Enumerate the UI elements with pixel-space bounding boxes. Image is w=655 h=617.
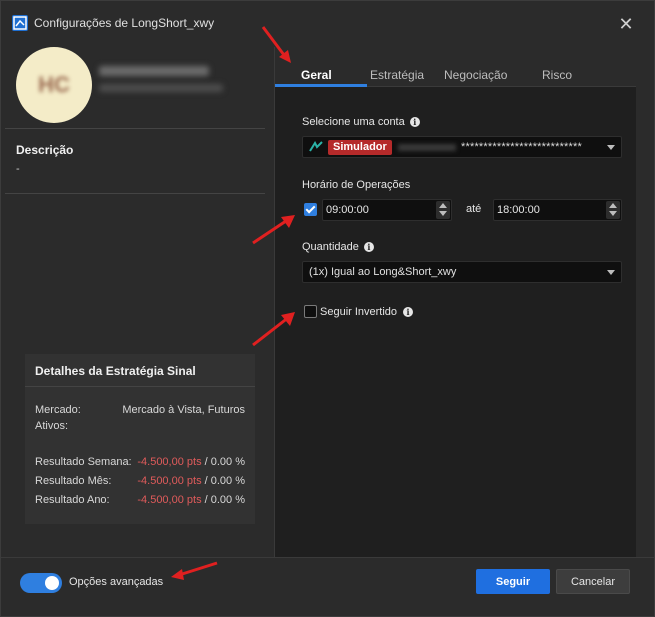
tab-bar: Geral Estratégia Negociação Risco [275, 47, 636, 87]
time-separator: até [466, 203, 482, 215]
avatar: HC [16, 47, 92, 123]
result-year-label: Resultado Ano: [35, 494, 110, 506]
result-week-value: -4.500,00 pts / 0.00 % [137, 456, 245, 468]
dialog-footer: Opções avançadas Seguir Cancelar [1, 558, 654, 616]
follow-button[interactable]: Seguir [476, 569, 550, 594]
start-time-input[interactable]: 09:00:00 [322, 199, 452, 221]
quantity-select[interactable]: (1x) Igual ao Long&Short_xwy [302, 261, 622, 283]
account-field-label: Selecione uma conta i [302, 116, 420, 128]
strategy-details-card: Detalhes da Estratégia Sinal Mercado: Me… [25, 354, 255, 524]
hours-field-label: Horário de Operações [302, 179, 411, 191]
avatar-initials: HC [38, 72, 70, 97]
quantity-value: (1x) Igual ao Long&Short_xwy [309, 266, 457, 278]
title-bar: Configurações de LongShort_xwy ✕ [1, 1, 654, 47]
result-week-label: Resultado Semana: [35, 456, 132, 468]
info-icon[interactable]: i [403, 307, 414, 317]
settings-dialog: Configurações de LongShort_xwy ✕ HC Desc… [0, 0, 655, 617]
advanced-options-label: Opções avançadas [69, 576, 164, 588]
tab-estrategia[interactable]: Estratégia [370, 68, 424, 82]
end-time-input[interactable]: 18:00:00 [493, 199, 622, 221]
strategy-details-title: Detalhes da Estratégia Sinal [35, 364, 196, 378]
divider [5, 128, 265, 129]
simulator-badge: Simulador [328, 140, 392, 155]
advanced-options-toggle[interactable] [20, 573, 62, 593]
cancel-button[interactable]: Cancelar [556, 569, 630, 594]
market-value: Mercado à Vista, Futuros [122, 404, 245, 416]
hours-enabled-checkbox[interactable] [304, 203, 317, 216]
market-label: Mercado: [35, 404, 81, 416]
info-icon[interactable]: i [363, 242, 374, 252]
user-subtitle-redacted [99, 84, 223, 92]
info-icon[interactable]: i [409, 117, 420, 127]
close-icon[interactable]: ✕ [615, 13, 637, 35]
divider [5, 193, 265, 194]
app-logo-icon [12, 15, 28, 31]
follow-inverted-label: Seguir Invertido i [320, 306, 414, 318]
account-select[interactable]: Simulador *************************** [302, 136, 622, 158]
annotation-arrow-icon [252, 312, 295, 347]
result-month-value: -4.500,00 pts / 0.00 % [137, 475, 245, 487]
annotation-arrow-icon [252, 215, 295, 245]
description-value: - [16, 163, 20, 175]
active-tab-indicator [275, 84, 367, 87]
result-month-label: Resultado Mês: [35, 475, 112, 487]
divider [25, 386, 255, 387]
tab-risco[interactable]: Risco [542, 68, 572, 82]
tab-negociacao[interactable]: Negociação [444, 68, 507, 82]
account-id-redacted [398, 144, 456, 151]
follow-inverted-checkbox[interactable] [304, 305, 317, 318]
quantity-field-label: Quantidade i [302, 241, 374, 253]
assets-label: Ativos: [35, 420, 69, 432]
window-title: Configurações de LongShort_xwy [34, 16, 215, 30]
user-name-redacted [99, 66, 209, 76]
broker-logo-icon [309, 141, 323, 152]
result-year-value: -4.500,00 pts / 0.00 % [137, 494, 245, 506]
profile-panel: HC Descrição - Detalhes da Estratégia Si… [5, 47, 273, 557]
tab-geral[interactable]: Geral [301, 68, 332, 82]
end-time-spinner[interactable] [606, 201, 620, 219]
start-time-spinner[interactable] [436, 201, 450, 219]
annotation-arrow-icon [261, 26, 291, 63]
description-label: Descrição [16, 143, 74, 157]
settings-panel: Geral Estratégia Negociação Risco Seleci… [275, 47, 636, 557]
chevron-down-icon [607, 270, 615, 275]
chevron-down-icon [607, 145, 615, 150]
account-masked-text: *************************** [461, 141, 582, 153]
annotation-arrow-icon [171, 561, 218, 580]
